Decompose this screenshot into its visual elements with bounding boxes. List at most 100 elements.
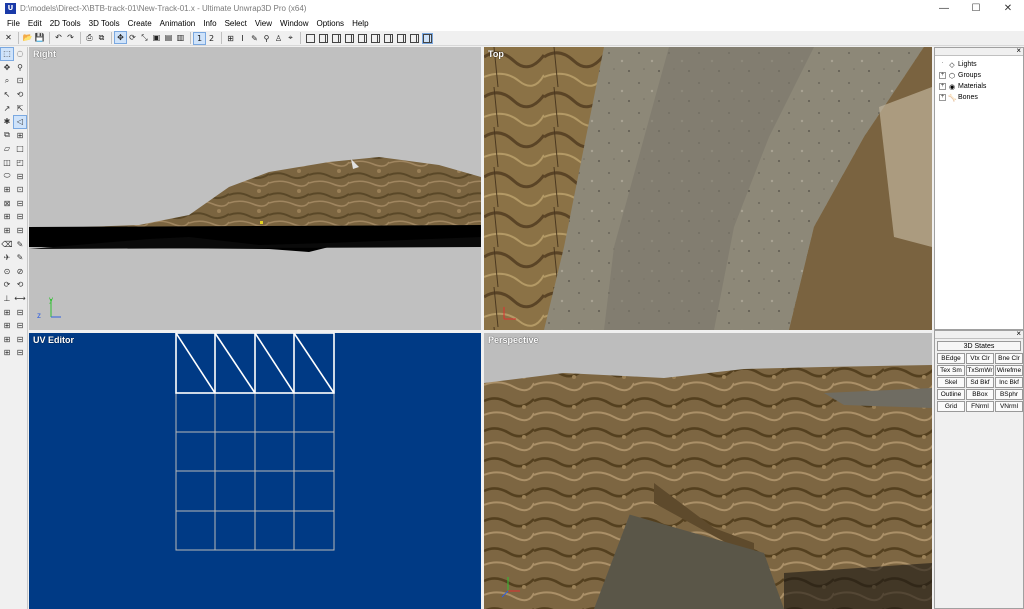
maximize-button[interactable]: ☐: [960, 0, 992, 16]
undo-icon[interactable]: ↶: [53, 32, 64, 43]
pointer-move-icon[interactable]: ↗: [1, 102, 13, 114]
grid-e-icon[interactable]: ⊞: [1, 225, 13, 237]
states-close-icon[interactable]: ×: [1016, 329, 1021, 338]
select-lasso-icon[interactable]: ◌: [14, 48, 26, 60]
cube-icon[interactable]: ◫: [1, 157, 13, 169]
menu-create[interactable]: Create: [124, 19, 156, 28]
delete-icon[interactable]: ✕: [3, 32, 14, 43]
menu-view[interactable]: View: [251, 19, 276, 28]
pin-icon[interactable]: ✈: [1, 252, 13, 264]
rotate-icon[interactable]: ⟳: [127, 32, 138, 43]
state-sd-bkf-button[interactable]: Sd Bkf: [966, 377, 994, 388]
tree-expand-icon[interactable]: ·: [939, 60, 946, 68]
pencil-icon[interactable]: ✎: [14, 238, 26, 250]
state-skel-button[interactable]: Skel: [937, 377, 965, 388]
state-tex-sm-button[interactable]: Tex Sm: [937, 365, 965, 376]
zoom-fit-icon[interactable]: ⊡: [14, 75, 26, 87]
viewport-top[interactable]: Top: [484, 47, 932, 330]
menu-2d-tools[interactable]: 2D Tools: [46, 19, 85, 28]
pin2-icon[interactable]: ✎: [14, 252, 26, 264]
render-icon[interactable]: ▤: [163, 32, 174, 43]
tile-e-icon[interactable]: ⊞: [1, 333, 13, 345]
view-one-button[interactable]: 1: [193, 31, 206, 45]
square-icon[interactable]: □: [14, 143, 26, 155]
grid-merge-icon[interactable]: ⊡: [14, 184, 26, 196]
close-button[interactable]: ✕: [992, 0, 1024, 16]
erase-icon[interactable]: ⌫: [1, 238, 13, 250]
menu-window[interactable]: Window: [276, 19, 312, 28]
tile-f-icon[interactable]: ⊟: [14, 333, 26, 345]
rotate-ccw-icon[interactable]: ⟲: [14, 279, 26, 291]
export-icon[interactable]: ⎙: [84, 32, 95, 43]
split-icon[interactable]: ⊘: [14, 265, 26, 277]
texture-icon[interactable]: ▣: [151, 32, 162, 43]
tile-c-icon[interactable]: ⊞: [1, 320, 13, 332]
state-bsphr-button[interactable]: BSphr: [995, 389, 1023, 400]
poly-icon[interactable]: ▱: [1, 143, 13, 155]
axis-icon[interactable]: Ⅰ: [237, 33, 248, 44]
viewport-right[interactable]: Right y z: [29, 47, 481, 330]
menu-edit[interactable]: Edit: [24, 19, 46, 28]
layout-3-icon[interactable]: [332, 33, 341, 43]
menu-3d-tools[interactable]: 3D Tools: [85, 19, 124, 28]
tree-item-bones[interactable]: + 🦴 Bones: [935, 92, 1023, 103]
state-vtx-clr-button[interactable]: Vtx Clr: [966, 353, 994, 364]
duplicate-icon[interactable]: ⧉: [1, 129, 13, 141]
paint-icon[interactable]: ♙: [273, 33, 284, 44]
state-vnrml-button[interactable]: VNrml: [995, 401, 1023, 412]
menu-help[interactable]: Help: [348, 19, 372, 28]
state-inc-bkf-button[interactable]: Inc Bkf: [995, 377, 1023, 388]
material-icon[interactable]: ▥: [175, 32, 186, 43]
scene-tree-close-icon[interactable]: ×: [1016, 46, 1021, 55]
layout-10-icon[interactable]: [422, 32, 433, 44]
state-wirefme-button[interactable]: Wirefme: [995, 365, 1023, 376]
grid-a-icon[interactable]: ⊠: [1, 197, 13, 209]
snap-icon[interactable]: ⊞: [225, 33, 236, 44]
box-icon[interactable]: ◰: [14, 157, 26, 169]
state-outline-button[interactable]: Outline: [937, 389, 965, 400]
pointer-scale-icon[interactable]: ⇱: [14, 102, 26, 114]
state-grid-button[interactable]: Grid: [937, 401, 965, 412]
stretch-icon[interactable]: ⟷: [14, 292, 26, 304]
grid-icon[interactable]: ⊞: [14, 129, 26, 141]
scale-icon[interactable]: ⤡: [139, 32, 150, 43]
layout-5-icon[interactable]: [358, 33, 367, 43]
layout-1-icon[interactable]: [306, 33, 315, 43]
menu-animation[interactable]: Animation: [156, 19, 200, 28]
viewport-uv-editor[interactable]: UV Editor: [29, 333, 481, 609]
layout-7-icon[interactable]: [384, 33, 393, 43]
zoom-region-icon[interactable]: ⌕: [1, 75, 13, 87]
tile-b-icon[interactable]: ⊟: [14, 306, 26, 318]
link-icon[interactable]: ⟲: [14, 89, 26, 101]
grid-d-icon[interactable]: ⊟: [14, 211, 26, 223]
state-txsmwr-button[interactable]: TxSmWr: [966, 365, 994, 376]
minimize-button[interactable]: —: [928, 0, 960, 16]
rotate-cw-icon[interactable]: ⟳: [1, 279, 13, 291]
menu-select[interactable]: Select: [221, 19, 251, 28]
state-bne-clr-button[interactable]: Bne Clr: [995, 353, 1023, 364]
save-icon[interactable]: 💾: [34, 32, 45, 43]
menu-file[interactable]: File: [3, 19, 24, 28]
tree-expand-icon[interactable]: +: [939, 72, 946, 79]
tree-expand-icon[interactable]: +: [939, 83, 946, 90]
align-icon[interactable]: ⊥: [1, 292, 13, 304]
viewport-perspective[interactable]: Perspective: [484, 333, 932, 609]
redo-icon[interactable]: ↷: [65, 32, 76, 43]
tree-expand-icon[interactable]: +: [939, 94, 946, 101]
cylinder-icon[interactable]: ⬭: [1, 170, 13, 182]
layout-9-icon[interactable]: [410, 33, 419, 43]
grid-f-icon[interactable]: ⊟: [14, 225, 26, 237]
tile-a-icon[interactable]: ⊞: [1, 306, 13, 318]
tree-item-materials[interactable]: + ◉ Materials: [935, 81, 1023, 92]
move-icon[interactable]: ✥: [1, 61, 13, 73]
open-icon[interactable]: 📂: [22, 32, 33, 43]
tile-d-icon[interactable]: ⊟: [14, 320, 26, 332]
view-two-button[interactable]: 2: [206, 33, 217, 44]
state-bbox-button[interactable]: BBox: [966, 389, 994, 400]
zoom-icon[interactable]: ⚲: [14, 61, 26, 73]
move-icon[interactable]: ✥: [114, 31, 127, 44]
grid-split-icon[interactable]: ⊞: [1, 184, 13, 196]
pencil-icon[interactable]: ✎: [249, 33, 260, 44]
tree-item-groups[interactable]: + ⬡ Groups: [935, 70, 1023, 81]
grid-b-icon[interactable]: ⊟: [14, 197, 26, 209]
